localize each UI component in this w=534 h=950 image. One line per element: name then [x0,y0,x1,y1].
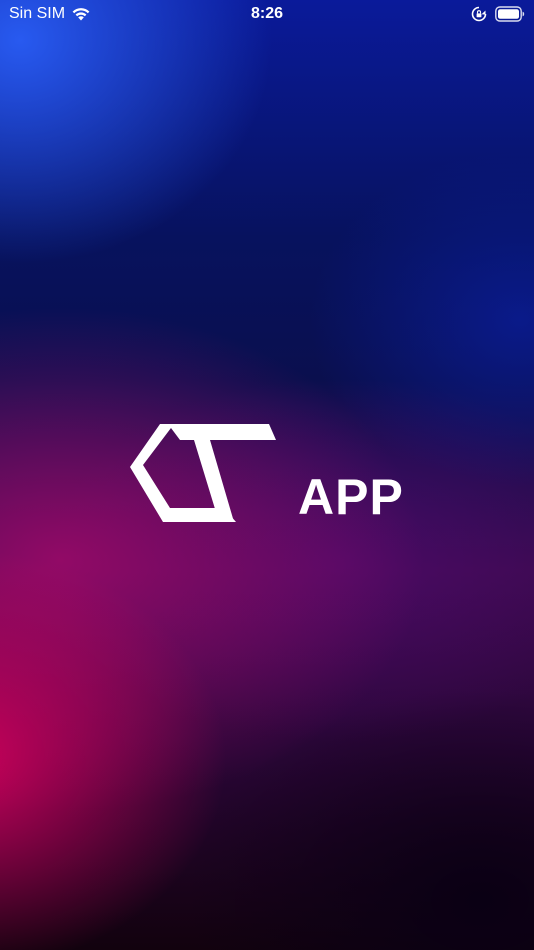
orientation-lock-icon [471,6,487,22]
ct-logo-mark [130,424,276,522]
splash-screen: Sin SIM 8:26 APP [0,0,534,950]
status-bar: Sin SIM 8:26 [0,0,534,30]
status-time: 8:26 [250,5,284,22]
logo-text: APP [298,469,404,525]
status-right-icons [471,6,525,22]
battery-icon [495,6,525,22]
app-logo: APP [126,420,411,528]
